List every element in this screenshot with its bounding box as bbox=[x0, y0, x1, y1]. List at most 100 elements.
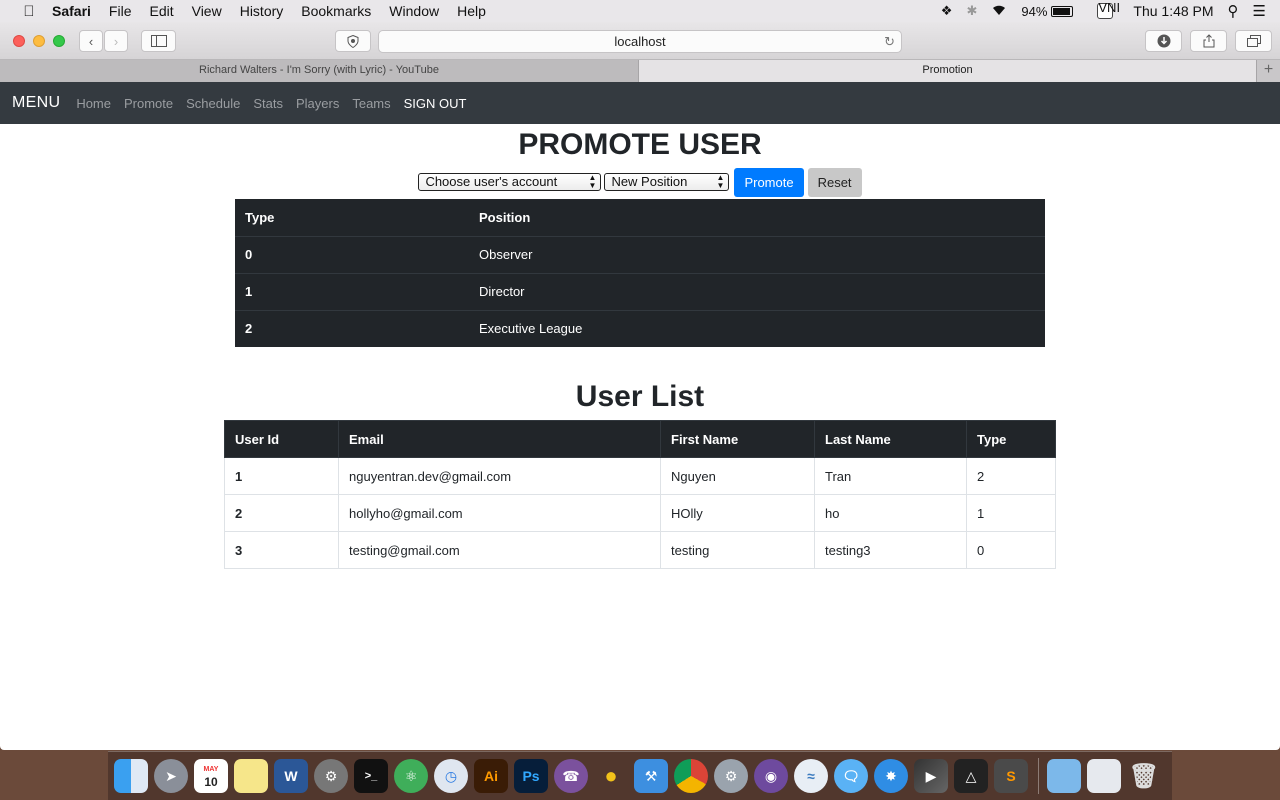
column-header-last-name: Last Name bbox=[814, 420, 967, 458]
reset-button[interactable]: Reset bbox=[807, 167, 862, 197]
atom-icon[interactable]: ⚛ bbox=[394, 759, 428, 793]
word-icon[interactable]: W bbox=[274, 759, 308, 793]
downloads-button[interactable] bbox=[1145, 30, 1182, 52]
wifi-icon[interactable] bbox=[991, 4, 1007, 19]
tabs-overview-icon bbox=[1246, 35, 1261, 47]
close-window-icon[interactable] bbox=[13, 35, 25, 47]
cyberduck-icon[interactable]: ● bbox=[594, 759, 628, 793]
preview-icon[interactable] bbox=[1087, 759, 1121, 793]
tab-promotion[interactable]: Promotion bbox=[639, 60, 1256, 82]
chevron-right-icon: › bbox=[113, 33, 119, 49]
nav-stats[interactable]: Stats bbox=[253, 96, 283, 111]
menu-history[interactable]: History bbox=[240, 3, 284, 19]
finder-icon[interactable] bbox=[114, 759, 148, 793]
menu-help[interactable]: Help bbox=[457, 3, 486, 19]
mustache-icon[interactable]: ≈ bbox=[794, 759, 828, 793]
user-id-cell: 2 bbox=[224, 494, 339, 532]
position-cell: Executive League bbox=[469, 309, 1045, 347]
photoshop-icon-label: Ps bbox=[522, 768, 540, 784]
tab-youtube[interactable]: Richard Walters - I'm Sorry (with Lyric)… bbox=[0, 60, 639, 82]
reload-icon[interactable]: ↻ bbox=[884, 31, 895, 52]
table-row: 2 hollyho@gmail.com HOlly ho 1 bbox=[224, 494, 1056, 532]
xcode-icon[interactable]: ⚒ bbox=[634, 759, 668, 793]
menu-view[interactable]: View bbox=[192, 3, 222, 19]
word-icon-label: W bbox=[284, 768, 298, 784]
viber-icon[interactable]: ☎ bbox=[554, 759, 588, 793]
dropbox-icon[interactable]: ❖ bbox=[941, 3, 953, 19]
dock-separator bbox=[1038, 758, 1039, 794]
forward-button[interactable]: › bbox=[104, 30, 128, 52]
macos-dock: ➤ MAY 10 W ⚙ >_ ⚛ ◷ Ai Ps ☎ ● ⚒ ⚙ ◉ ≈ 🗨 … bbox=[108, 751, 1172, 800]
first-name-cell: testing bbox=[660, 531, 815, 569]
menu-bookmarks[interactable]: Bookmarks bbox=[301, 3, 371, 19]
apple-menu-icon[interactable]:  bbox=[20, 3, 38, 20]
terminal-icon[interactable]: >_ bbox=[354, 759, 388, 793]
battery-icon[interactable] bbox=[1051, 5, 1074, 17]
menu-clock[interactable]: Thu 1:48 PM bbox=[1133, 3, 1213, 19]
user-account-select-value: Choose user's account bbox=[425, 174, 558, 189]
back-button[interactable]: ‹ bbox=[79, 30, 103, 52]
launchpad-icon[interactable]: ➤ bbox=[154, 759, 188, 793]
illustrator-icon[interactable]: Ai bbox=[474, 759, 508, 793]
column-header-type: Type bbox=[245, 209, 275, 225]
nav-sign-out[interactable]: SIGN OUT bbox=[404, 96, 467, 111]
users-table: User Id Email First Name Last Name Type … bbox=[224, 420, 1056, 569]
system-prefs-icon[interactable]: ⚙ bbox=[314, 759, 348, 793]
menu-window[interactable]: Window bbox=[389, 3, 439, 19]
bluetooth-icon[interactable]: ✱ bbox=[966, 3, 977, 19]
safari-window: ‹ › localhost ↻ Richard Walters - I'm So… bbox=[0, 22, 1280, 750]
position-select[interactable]: New Position ▲ ▼ bbox=[604, 173, 730, 191]
menu-app-name[interactable]: Safari bbox=[52, 3, 91, 19]
nav-teams[interactable]: Teams bbox=[352, 96, 390, 111]
settings-icon[interactable]: ⚙ bbox=[714, 759, 748, 793]
illustrator-icon-label: Ai bbox=[484, 768, 498, 784]
position-select-value: New Position bbox=[611, 174, 688, 189]
nav-players[interactable]: Players bbox=[296, 96, 339, 111]
users-table-header: User Id Email First Name Last Name Type bbox=[224, 420, 1056, 458]
new-tab-button[interactable]: + bbox=[1256, 60, 1280, 82]
unity-icon[interactable]: △ bbox=[954, 759, 988, 793]
privacy-shield-button[interactable] bbox=[335, 30, 371, 52]
page-title: PROMOTE USER bbox=[518, 128, 762, 161]
sidebar-toggle-button[interactable] bbox=[141, 30, 176, 52]
user-list-title: User List bbox=[575, 380, 705, 413]
final-cut-icon[interactable]: ▶ bbox=[914, 759, 948, 793]
chrome-icon[interactable] bbox=[674, 759, 708, 793]
position-cell: Director bbox=[469, 272, 1045, 310]
notification-center-icon[interactable]: ☰ bbox=[1253, 2, 1266, 20]
notes-icon[interactable] bbox=[234, 759, 268, 793]
last-name-cell: ho bbox=[814, 494, 967, 532]
nav-home[interactable]: Home bbox=[76, 96, 111, 111]
messages-icon[interactable]: 🗨 bbox=[834, 759, 868, 793]
input-method-icon[interactable]: VNI bbox=[1097, 1, 1120, 19]
minimize-window-icon[interactable] bbox=[33, 35, 45, 47]
menu-file[interactable]: File bbox=[109, 3, 132, 19]
photoshop-icon[interactable]: Ps bbox=[514, 759, 548, 793]
column-header-user-id: User Id bbox=[224, 420, 339, 458]
site-navbar: MENU Home Promote Schedule Stats Players… bbox=[0, 82, 1280, 124]
show-tabs-button[interactable] bbox=[1235, 30, 1272, 52]
time-icon[interactable]: ◷ bbox=[434, 759, 468, 793]
trash-icon[interactable]: 🗑 bbox=[1127, 759, 1161, 793]
sublime-icon[interactable]: S bbox=[994, 759, 1028, 793]
navbar-brand[interactable]: MENU bbox=[12, 94, 60, 112]
email-cell: hollyho@gmail.com bbox=[338, 494, 661, 532]
calendar-icon[interactable]: MAY 10 bbox=[194, 759, 228, 793]
spotlight-icon[interactable]: ⚲ bbox=[1228, 2, 1239, 20]
user-account-select[interactable]: Choose user's account ▲ ▼ bbox=[418, 173, 602, 191]
address-bar[interactable]: localhost ↻ bbox=[378, 30, 902, 53]
column-header-position: Position bbox=[479, 209, 531, 225]
promote-button[interactable]: Promote bbox=[734, 167, 804, 197]
zoom-window-icon[interactable] bbox=[53, 35, 65, 47]
address-text: localhost bbox=[614, 34, 666, 49]
github-icon[interactable]: ◉ bbox=[754, 759, 788, 793]
nav-schedule[interactable]: Schedule bbox=[186, 96, 240, 111]
nav-promote[interactable]: Promote bbox=[124, 96, 173, 111]
battery-percent[interactable]: 94% bbox=[1021, 4, 1047, 19]
user-id-cell: 3 bbox=[224, 531, 339, 569]
folder-icon[interactable] bbox=[1047, 759, 1081, 793]
share-button[interactable] bbox=[1190, 30, 1227, 52]
menu-edit[interactable]: Edit bbox=[149, 3, 173, 19]
safari-icon[interactable]: ✸ bbox=[874, 759, 908, 793]
table-row: 0 Observer bbox=[235, 235, 1045, 273]
